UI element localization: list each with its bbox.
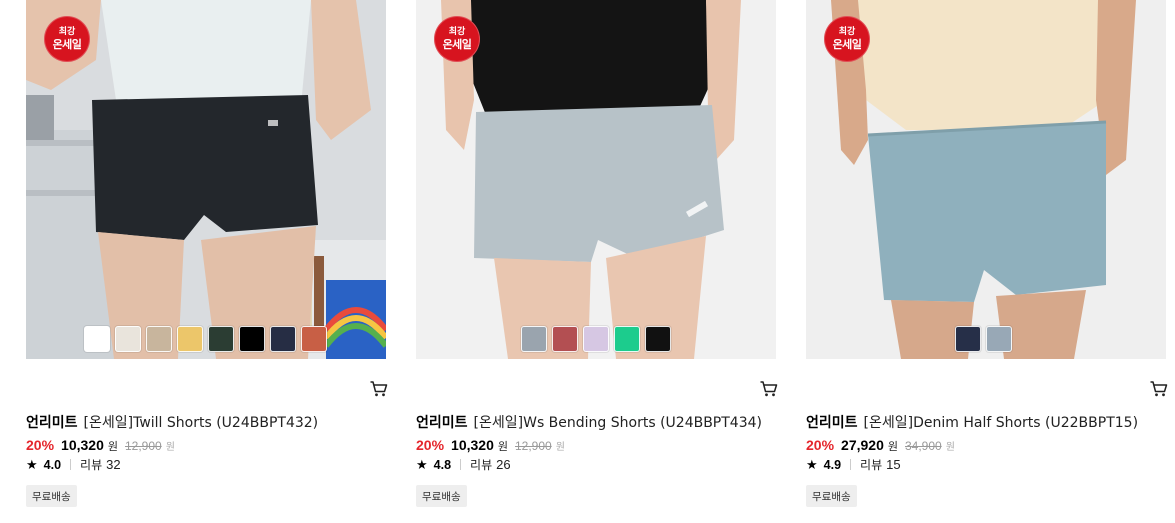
color-swatch[interactable]: [301, 326, 327, 352]
sale-badge-line2: 온세일: [52, 38, 82, 51]
original-price: 12,900: [124, 439, 162, 453]
cart-icon: [760, 381, 778, 397]
review-label: 리뷰: [860, 458, 883, 472]
product-card[interactable]: 최강 온세일 언리미트 [온세일]Denim Half Shorts (U22BB…: [806, 0, 1169, 523]
sale-badge-line2: 온세일: [442, 38, 472, 51]
review-count: 32: [106, 457, 121, 472]
rating-row: ★ 4.9 리뷰 15: [806, 456, 901, 473]
color-swatch[interactable]: [955, 326, 981, 352]
color-swatch[interactable]: [146, 326, 172, 352]
product-image[interactable]: 최강 온세일: [416, 0, 776, 359]
product-card[interactable]: 최강 온세일 언리미트 [온세일]Twill Shorts (U24BBPT432…: [26, 0, 389, 523]
discount-rate: 20%: [26, 437, 55, 453]
currency: 원: [107, 440, 118, 453]
divider: [460, 459, 462, 470]
review-count: 15: [886, 457, 901, 472]
color-swatch[interactable]: [552, 326, 578, 352]
add-to-cart-button[interactable]: [759, 379, 779, 399]
currency: 원: [945, 442, 955, 453]
review-count: 26: [496, 457, 511, 472]
product-card[interactable]: 최강 온세일 언리미트 [온세일]Ws Bending Shorts (U24BB…: [416, 0, 779, 523]
free-shipping-tag: 무료배송: [806, 485, 857, 507]
rating-row: ★ 4.0 리뷰 32: [26, 456, 121, 473]
star-icon: ★: [416, 456, 428, 472]
product-image[interactable]: 최강 온세일: [26, 0, 386, 359]
color-swatch[interactable]: [521, 326, 547, 352]
rating-score: 4.9: [823, 457, 842, 472]
color-swatches: [955, 326, 1012, 352]
sale-price: 10,320: [451, 437, 494, 453]
add-to-cart-button[interactable]: [1149, 379, 1169, 399]
product-name[interactable]: [온세일]Twill Shorts (U24BBPT432): [84, 415, 319, 431]
currency: 원: [165, 442, 175, 453]
product-title[interactable]: 언리미트 [온세일]Denim Half Shorts (U22BBPT15): [806, 412, 1138, 432]
color-swatches: [521, 326, 671, 352]
discount-rate: 20%: [806, 437, 835, 453]
product-name[interactable]: [온세일]Ws Bending Shorts (U24BBPT434): [474, 415, 762, 431]
product-image[interactable]: 최강 온세일: [806, 0, 1166, 359]
star-icon: ★: [806, 456, 818, 472]
cart-icon: [1150, 381, 1168, 397]
brand-name[interactable]: 언리미트: [416, 415, 468, 431]
sale-badge-line1: 최강: [58, 27, 76, 37]
price-row: 20% 27,920 원 34,900 원: [806, 437, 955, 454]
add-to-cart-button[interactable]: [369, 379, 389, 399]
product-name[interactable]: [온세일]Denim Half Shorts (U22BBPT15): [864, 415, 1139, 431]
sale-price: 27,920: [841, 437, 884, 453]
review-label: 리뷰: [80, 458, 103, 472]
color-swatch[interactable]: [84, 326, 110, 352]
star-icon: ★: [26, 456, 38, 472]
brand-name[interactable]: 언리미트: [26, 415, 78, 431]
color-swatch[interactable]: [208, 326, 234, 352]
brand-name[interactable]: 언리미트: [806, 415, 858, 431]
color-swatch[interactable]: [115, 326, 141, 352]
divider: [70, 459, 72, 470]
color-swatch[interactable]: [645, 326, 671, 352]
rating-score: 4.0: [43, 457, 62, 472]
color-swatches: [84, 326, 327, 352]
color-swatch[interactable]: [239, 326, 265, 352]
rating-score: 4.8: [433, 457, 452, 472]
color-swatch[interactable]: [270, 326, 296, 352]
currency: 원: [887, 440, 898, 453]
currency: 원: [555, 442, 565, 453]
sale-badge: 최강 온세일: [434, 16, 480, 62]
free-shipping-tag: 무료배송: [26, 485, 77, 507]
sale-badge: 최강 온세일: [824, 16, 870, 62]
original-price: 12,900: [514, 439, 552, 453]
sale-badge-line2: 온세일: [832, 38, 862, 51]
price-row: 20% 10,320 원 12,900 원: [416, 437, 565, 454]
color-swatch[interactable]: [177, 326, 203, 352]
sale-price: 10,320: [61, 437, 104, 453]
currency: 원: [497, 440, 508, 453]
product-title[interactable]: 언리미트 [온세일]Twill Shorts (U24BBPT432): [26, 412, 318, 432]
rating-row: ★ 4.8 리뷰 26: [416, 456, 511, 473]
product-title[interactable]: 언리미트 [온세일]Ws Bending Shorts (U24BBPT434): [416, 412, 762, 432]
free-shipping-tag: 무료배송: [416, 485, 467, 507]
original-price: 34,900: [904, 439, 942, 453]
color-swatch[interactable]: [986, 326, 1012, 352]
price-row: 20% 10,320 원 12,900 원: [26, 437, 175, 454]
divider: [850, 459, 852, 470]
color-swatch[interactable]: [583, 326, 609, 352]
sale-badge: 최강 온세일: [44, 16, 90, 62]
color-swatch[interactable]: [614, 326, 640, 352]
sale-badge-line1: 최강: [448, 27, 466, 37]
review-label: 리뷰: [470, 458, 493, 472]
cart-icon: [370, 381, 388, 397]
sale-badge-line1: 최강: [838, 27, 856, 37]
discount-rate: 20%: [416, 437, 445, 453]
